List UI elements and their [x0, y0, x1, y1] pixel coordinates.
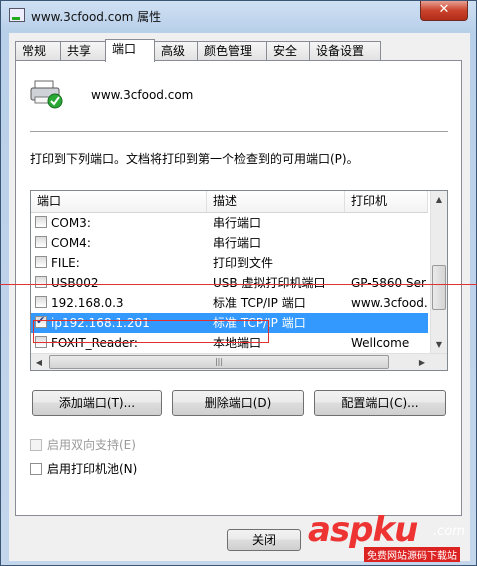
port-name: 192.168.0.3 — [51, 296, 124, 310]
port-checkbox[interactable] — [35, 276, 47, 288]
watermark-suffix: .com — [433, 524, 465, 539]
watermark-subtitle: 免费网站源码下载站 — [364, 547, 460, 562]
table-row[interactable]: FILE: 打印到文件 — [31, 253, 428, 273]
add-port-button[interactable]: 添加端口(T)... — [32, 390, 162, 416]
port-printer — [351, 233, 428, 253]
port-printer: Wellcome — [351, 336, 410, 350]
delete-port-button[interactable]: 删除端口(D) — [172, 390, 304, 416]
annotation-highlight-box — [33, 320, 269, 343]
horizontal-scroll-thumb[interactable]: ||| — [49, 355, 389, 369]
port-description: 标准 TCP/IP 端口 — [213, 296, 306, 310]
port-name: COM4: — [51, 236, 91, 250]
column-header-description[interactable]: 描述 — [207, 191, 345, 212]
close-button[interactable]: 关闭 — [227, 529, 301, 551]
dialog-body: 常规 共享 端口 高级 颜色管理 安全 设备设置 www.3cfood.com … — [9, 33, 470, 561]
bidirectional-checkbox — [30, 439, 42, 451]
port-instruction: 打印到下列端口。文档将打印到第一个检查到的可用端口(P)。 — [30, 152, 359, 166]
horizontal-scrollbar[interactable]: ◀ ||| ▶ — [31, 353, 447, 370]
port-description: 串行端口 — [213, 236, 262, 250]
watermark-logo: aspku .com 免费网站源码下载站 — [308, 510, 476, 564]
scroll-right-icon[interactable]: ▶ — [414, 354, 430, 370]
port-name: USB002 — [51, 276, 99, 290]
ports-list-header: 端口 描述 打印机 — [31, 191, 428, 213]
port-checkbox[interactable] — [35, 296, 47, 308]
column-header-printer[interactable]: 打印机 — [345, 191, 428, 212]
port-description: 打印到文件 — [213, 256, 274, 270]
pooling-checkbox[interactable] — [30, 463, 42, 475]
table-row[interactable]: 192.168.0.3 标准 TCP/IP 端口 www.3cfood. — [31, 293, 428, 313]
scroll-down-icon[interactable]: ▼ — [431, 336, 447, 353]
divider — [30, 131, 448, 132]
port-printer — [351, 213, 428, 233]
port-checkbox[interactable] — [35, 236, 47, 248]
tab-security[interactable]: 安全 — [266, 41, 310, 60]
port-description: 串行端口 — [213, 216, 262, 230]
ports-list[interactable]: 端口 描述 打印机 COM3: 串行端口 COM4: 串行端口 FILE: 打印… — [30, 190, 448, 371]
port-printer — [351, 313, 428, 333]
tab-color-management[interactable]: 颜色管理 — [197, 41, 267, 60]
port-name: COM3: — [51, 216, 91, 230]
table-row[interactable]: COM3: 串行端口 — [31, 213, 428, 233]
table-row[interactable]: USB002 USB 虚拟打印机端口 GP-5860 Ser — [31, 273, 428, 293]
ports-tab-panel: www.3cfood.com 打印到下列端口。文档将打印到第一个检查到的可用端口… — [15, 60, 462, 516]
printer-icon — [30, 80, 63, 109]
printer-small-icon — [9, 8, 25, 22]
bidirectional-label: 启用双向支持(E) — [47, 438, 136, 452]
scroll-left-icon[interactable]: ◀ — [31, 354, 47, 370]
tab-general[interactable]: 常规 — [15, 41, 61, 60]
tab-ports[interactable]: 端口 — [105, 39, 155, 62]
port-printer: www.3cfood. — [351, 296, 428, 310]
port-checkbox[interactable] — [35, 256, 47, 268]
window-title: www.3cfood.com 属性 — [31, 10, 162, 24]
column-header-port[interactable]: 端口 — [31, 191, 207, 212]
port-description: USB 虚拟打印机端口 — [213, 276, 326, 290]
properties-window: www.3cfood.com 属性 ✕ 常规 共享 端口 高级 颜色管理 安全 … — [0, 0, 477, 566]
port-printer: GP-5860 Ser — [351, 276, 426, 290]
port-checkbox[interactable] — [35, 216, 47, 228]
port-printer — [351, 253, 428, 273]
vertical-scrollbar[interactable]: ▲ ▼ — [430, 191, 447, 353]
configure-port-button[interactable]: 配置端口(C)... — [314, 390, 446, 416]
watermark-text: aspku — [308, 510, 418, 550]
table-row[interactable]: COM4: 串行端口 — [31, 233, 428, 253]
tab-sharing[interactable]: 共享 — [60, 41, 106, 60]
vertical-scroll-thumb[interactable] — [432, 265, 446, 310]
annotation-line — [0, 284, 477, 285]
tab-device-settings[interactable]: 设备设置 — [309, 41, 381, 60]
scroll-up-icon[interactable]: ▲ — [431, 191, 447, 208]
pooling-label: 启用打印机池(N) — [47, 462, 138, 476]
title-bar: www.3cfood.com 属性 ✕ — [1, 1, 476, 31]
close-window-button[interactable]: ✕ — [420, 1, 468, 21]
tab-advanced[interactable]: 高级 — [154, 41, 198, 60]
port-name: FILE: — [51, 256, 80, 270]
printer-name: www.3cfood.com — [91, 88, 194, 102]
